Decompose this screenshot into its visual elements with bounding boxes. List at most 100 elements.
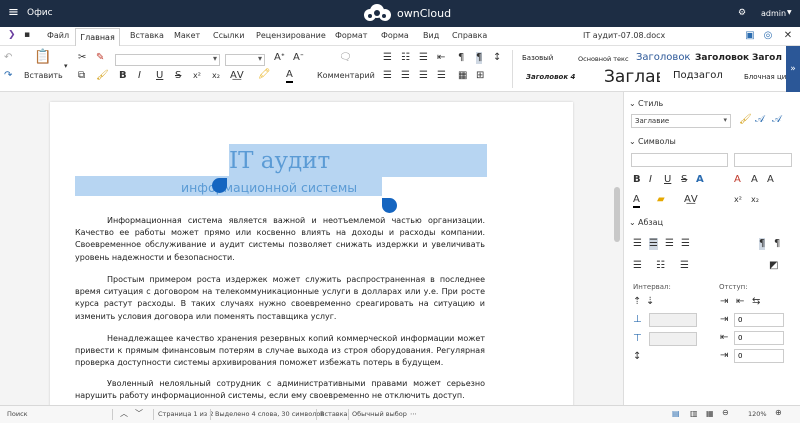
insert-mode[interactable]: Вставка: [320, 410, 348, 418]
font-size-select[interactable]: [225, 54, 265, 66]
sidebar-shrink-font-icon[interactable]: A: [767, 174, 774, 186]
user-name[interactable]: admin: [761, 9, 786, 18]
copy-icon[interactable]: ⧉: [78, 70, 85, 82]
sidebar-background-icon[interactable]: ◩: [769, 260, 778, 272]
sidebar-rtl-icon[interactable]: ¶: [774, 238, 780, 250]
first-line-indent-field[interactable]: 0: [734, 349, 784, 363]
menu-references[interactable]: Ссылки: [213, 31, 244, 40]
save-icon[interactable]: ▪: [24, 30, 30, 40]
underline-button[interactable]: U: [156, 70, 163, 82]
style-subtitle[interactable]: Подзагол: [673, 70, 723, 81]
zoom-level[interactable]: 120%: [748, 410, 767, 418]
sidebar-size-select[interactable]: [734, 153, 792, 167]
document-canvas[interactable]: IT аудит информационной системы Информац…: [0, 92, 623, 405]
shadow-icon[interactable]: A: [696, 174, 704, 186]
hanging-indent-icon[interactable]: ⇆: [752, 296, 760, 308]
document-name[interactable]: IT аудит-07.08.docx: [583, 31, 665, 40]
paste-label[interactable]: Вставить: [24, 71, 63, 80]
settings-icon[interactable]: ⚙: [738, 8, 746, 18]
font-family-select[interactable]: [115, 54, 220, 66]
sidebar-bold-button[interactable]: B: [633, 174, 641, 186]
superscript-button[interactable]: x²: [193, 70, 201, 82]
char-spacing-icon[interactable]: A͟V: [230, 70, 244, 82]
style-body-text[interactable]: Основной текс: [578, 55, 633, 63]
align-left-icon[interactable]: ☰: [383, 70, 392, 82]
decrease-spacing-icon[interactable]: ⇣: [646, 296, 654, 308]
paragraph-mark-icon[interactable]: ¶: [458, 52, 464, 64]
menu-form[interactable]: Форма: [381, 31, 409, 40]
sidebar-numbering-icon[interactable]: ☷: [656, 260, 665, 272]
update-style-icon[interactable]: 🖌: [739, 114, 752, 126]
borders-icon[interactable]: ⊞: [476, 70, 484, 82]
single-page-icon[interactable]: ▤: [672, 409, 680, 418]
sidebar-align-left-icon[interactable]: ☰: [633, 238, 642, 250]
sidebar-font-select[interactable]: [631, 153, 728, 167]
undo-icon[interactable]: ↶: [4, 52, 12, 64]
selection-end-handle[interactable]: [382, 198, 397, 213]
style-section-chevron-icon[interactable]: ⌄: [629, 99, 636, 108]
symbols-section-header[interactable]: Символы: [638, 137, 676, 146]
back-icon[interactable]: ❯: [8, 30, 16, 40]
bold-button[interactable]: B: [119, 70, 127, 82]
subscript-button[interactable]: x₂: [212, 70, 220, 82]
line-spacing-icon[interactable]: ↕: [633, 351, 641, 363]
font-color-icon[interactable]: A: [286, 69, 293, 83]
paste-icon[interactable]: 📋: [34, 50, 51, 64]
menu-review[interactable]: Рецензирование: [256, 31, 326, 40]
multi-page-icon[interactable]: ▥: [690, 409, 698, 418]
spacing-below-field[interactable]: [649, 332, 697, 346]
document-paragraph[interactable]: Уволенный нелояльный сотрудник с админис…: [75, 378, 485, 402]
style-heading-3[interactable]: Заголовок 3: [752, 53, 782, 63]
numbered-list-icon[interactable]: ☷: [401, 52, 410, 64]
strikethrough-button[interactable]: S: [175, 70, 181, 82]
menu-home[interactable]: Главная: [75, 28, 120, 46]
sidebar-bullets-icon[interactable]: ☰: [633, 260, 642, 272]
selection-mode[interactable]: Обычный выбор: [352, 410, 407, 418]
nonprint-chars-icon[interactable]: ¶: [476, 52, 483, 64]
align-justify-icon[interactable]: ☰: [437, 70, 446, 82]
app-name[interactable]: Офис: [27, 8, 53, 18]
sidebar-align-right-icon[interactable]: ☰: [665, 238, 674, 250]
decrease-indent-icon[interactable]: ⇤: [736, 296, 744, 308]
chevron-down-icon[interactable]: ▼: [787, 9, 792, 16]
expand-styles-icon[interactable]: »: [786, 46, 800, 92]
align-center-icon[interactable]: ☰: [401, 70, 410, 82]
style-heading[interactable]: Заголовок 2: [695, 53, 750, 63]
style-basic[interactable]: Базовый: [522, 54, 553, 62]
comment-label[interactable]: Комментарий: [317, 71, 375, 80]
decrease-indent-icon[interactable]: ⇤: [437, 52, 445, 64]
sidebar-toggle-icon[interactable]: ▣: [744, 30, 756, 42]
sidebar-clear-format-icon[interactable]: A: [734, 174, 741, 186]
sidebar-superscript-button[interactable]: x²: [734, 194, 742, 206]
sidebar-align-center-icon[interactable]: ☰: [649, 238, 658, 250]
document-paragraph[interactable]: Простым примером роста издержек может сл…: [75, 274, 485, 323]
redo-icon[interactable]: ↷: [4, 70, 12, 82]
vertical-scrollbar[interactable]: [614, 187, 620, 242]
sidebar-ltr-icon[interactable]: ¶: [759, 238, 766, 250]
selection-start-handle[interactable]: [212, 178, 227, 193]
grow-font-icon[interactable]: Aᐩ: [274, 52, 285, 64]
paragraph-section-header[interactable]: Абзац: [638, 218, 663, 227]
clear-format-icon[interactable]: ✎: [96, 52, 104, 64]
shading-icon[interactable]: ▦: [458, 70, 467, 82]
highlight-icon[interactable]: 🖍: [258, 69, 271, 81]
zoom-in-icon[interactable]: ⊕: [775, 408, 782, 417]
style-heading-1[interactable]: Заголовок 1: [636, 52, 691, 63]
search-input[interactable]: Поиск: [7, 410, 28, 418]
document-subtitle[interactable]: информационной системы: [181, 180, 357, 195]
search-up-icon[interactable]: ︿: [120, 408, 128, 419]
sidebar-spacing-icon[interactable]: A͟V: [684, 194, 698, 206]
menu-format[interactable]: Формат: [335, 31, 367, 40]
paragraph-style-select[interactable]: Заглавие ▾: [631, 114, 731, 128]
style-heading-4[interactable]: Заголовок 4: [526, 73, 575, 81]
book-view-icon[interactable]: ▦: [706, 409, 714, 418]
menu-file[interactable]: Файл: [47, 31, 69, 40]
italic-button[interactable]: I: [138, 70, 141, 82]
symbols-section-chevron-icon[interactable]: ⌄: [629, 137, 636, 146]
align-right-icon[interactable]: ☰: [419, 70, 428, 82]
close-icon[interactable]: ✕: [782, 30, 794, 42]
increase-spacing-icon[interactable]: ⇡: [633, 296, 641, 308]
sidebar-font-color-icon[interactable]: A: [633, 194, 640, 208]
style-section-header[interactable]: Стиль: [638, 99, 663, 108]
document-title[interactable]: IT аудит: [229, 148, 330, 174]
